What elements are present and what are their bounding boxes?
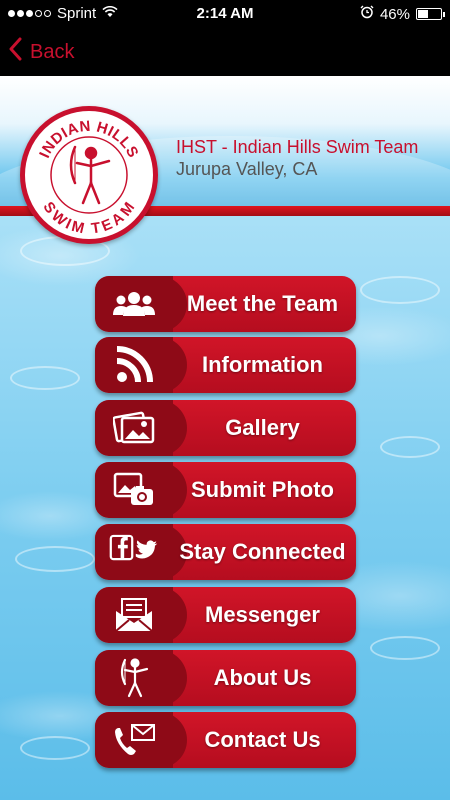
- battery-fill: [418, 10, 429, 18]
- team-logo: INDIAN HILLS SWIM TEAM: [20, 106, 158, 244]
- menu-button-information[interactable]: Information: [95, 337, 356, 393]
- menu-button-about-us[interactable]: About Us: [95, 650, 356, 706]
- menu-label: Gallery: [225, 415, 300, 440]
- group-icon: [109, 284, 159, 324]
- camera-photo-icon: [109, 470, 159, 510]
- status-right: 46%: [360, 5, 445, 23]
- phone-mail-icon: [109, 720, 159, 760]
- menu-button-contact-us[interactable]: Contact Us: [95, 712, 356, 768]
- nav-bar: Back: [0, 28, 450, 76]
- back-button[interactable]: Back: [8, 37, 74, 67]
- menu-label: Contact Us: [204, 727, 321, 752]
- menu-label: About Us: [213, 665, 312, 690]
- menu-label: Stay Connected: [179, 539, 346, 564]
- battery-percent: 46%: [379, 5, 410, 23]
- team-location: Jurupa Valley, CA: [176, 159, 318, 179]
- social-icon: [109, 532, 159, 572]
- menu-label: Submit Photo: [191, 477, 334, 502]
- menu-label: Meet the Team: [186, 291, 339, 316]
- back-label: Back: [30, 40, 75, 63]
- archer-icon: [109, 658, 159, 698]
- menu-button-submit-photo[interactable]: Submit Photo: [95, 462, 356, 518]
- team-title: IHST - Indian Hills Swim Team: [176, 137, 419, 157]
- photos-icon: [109, 408, 159, 448]
- menu-button-stay-connected[interactable]: Stay Connected: [95, 524, 356, 580]
- svg-text:SWIM TEAM: SWIM TEAM: [39, 199, 138, 238]
- menu-button-messenger[interactable]: Messenger: [95, 587, 356, 643]
- menu-label: Information: [202, 352, 323, 377]
- rss-icon: [109, 345, 159, 385]
- menu-button-gallery[interactable]: Gallery: [95, 400, 356, 456]
- status-bar: Sprint 2:14 AM 46%: [0, 0, 450, 28]
- chevron-left-icon: [8, 37, 22, 67]
- logo-bottom-text: SWIM TEAM: [39, 199, 138, 238]
- menu-button-meet-the-team[interactable]: Meet the Team: [95, 276, 356, 332]
- alarm-icon: [360, 5, 374, 23]
- menu-label: Messenger: [205, 602, 320, 627]
- envelope-icon: [109, 595, 159, 635]
- battery-icon: [416, 8, 445, 20]
